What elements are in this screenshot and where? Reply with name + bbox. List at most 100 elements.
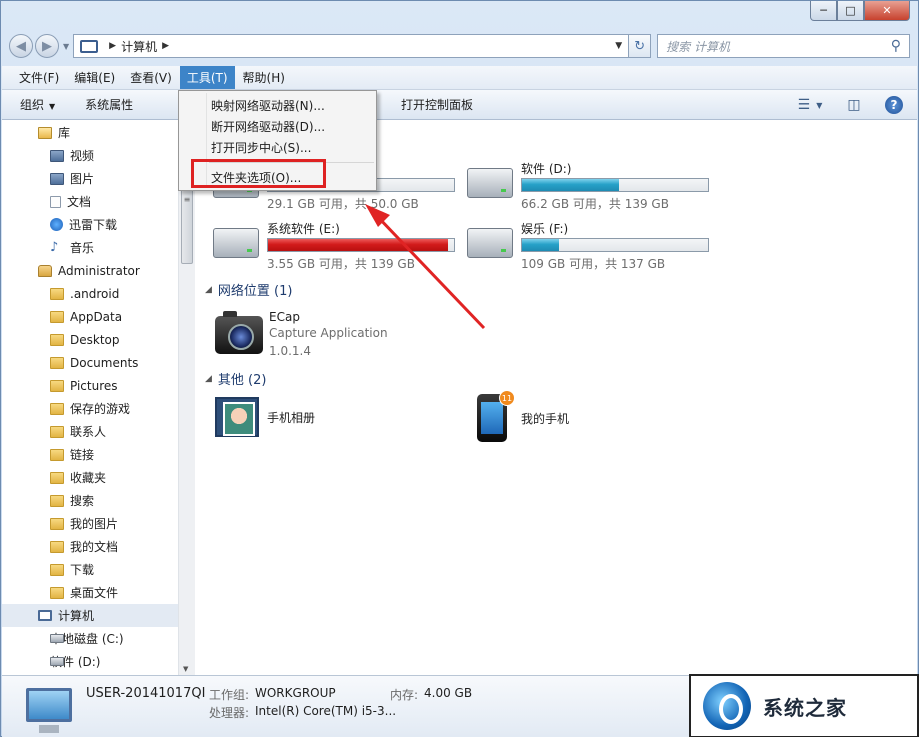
refresh-button[interactable]: ↻ [629, 34, 652, 58]
group-title: 其他 (2) [217, 373, 267, 388]
lib-icon [38, 126, 52, 139]
menu-edit[interactable]: 编辑(E) [67, 66, 122, 89]
drive-tile-e[interactable]: 系统软件 (E:) 3.55 GB 可用，共 139 GB [213, 220, 455, 272]
sidebar-item[interactable]: 库 [2, 121, 178, 144]
menu-view[interactable]: 查看(V) [123, 66, 179, 89]
back-button[interactable]: ◀ [9, 34, 33, 58]
site-logo-icon [703, 682, 751, 730]
sidebar-item[interactable]: 计算机 [2, 604, 178, 627]
collapse-triangle-icon[interactable]: ◢ [205, 285, 212, 295]
search-icon[interactable]: ⚲ [891, 38, 901, 54]
help-button[interactable]: ? [885, 96, 903, 114]
folder-icon [50, 425, 64, 438]
sidebar-item[interactable]: 联系人 [2, 420, 178, 443]
address-dropdown-icon[interactable]: ▼ [615, 41, 628, 51]
sidebar-item[interactable]: 视频 [2, 144, 178, 167]
navigation-scrollbar[interactable]: ▲ ≡ ▼ [178, 120, 195, 675]
recent-pages-dropdown[interactable]: ▼ [63, 42, 69, 51]
command-bar: 组织 ▼ 系统属性 打开控制面板 ☰ ▼ ◫ ? [2, 90, 917, 120]
sidebar-item[interactable]: 本地磁盘 (C:) [2, 627, 178, 650]
drive-free-space: 3.55 GB 可用，共 139 GB [267, 257, 415, 271]
sidebar-item[interactable]: 我的文档 [2, 535, 178, 558]
processor-label: 处理器: [209, 706, 250, 720]
open-control-panel-button[interactable]: 打开控制面板 [401, 96, 473, 113]
forward-button[interactable]: ▶ [35, 34, 59, 58]
annotation-highlight-box [191, 159, 326, 188]
menu-tools[interactable]: 工具(T) [179, 66, 235, 89]
folder-icon [50, 310, 64, 323]
sidebar-item[interactable]: 文档 [2, 190, 178, 213]
phone-album-item[interactable]: 手机相册 [215, 397, 315, 437]
hard-drive-icon [467, 168, 513, 198]
breadcrumb-chevron-icon[interactable]: ▶ [109, 41, 116, 51]
sidebar-item[interactable]: 链接 [2, 443, 178, 466]
sidebar-item[interactable]: Documents [2, 351, 178, 374]
sidebar-item[interactable]: 图片 [2, 167, 178, 190]
drive-icon [50, 657, 64, 666]
sidebar-item[interactable]: 下载 [2, 558, 178, 581]
watermark-badge: 系统之家 [689, 674, 919, 737]
organize-button[interactable]: 组织 ▼ [20, 96, 55, 113]
folder-icon [50, 586, 64, 599]
folder-icon [50, 540, 64, 553]
group-header-other[interactable]: ◢ 其他 (2) [205, 369, 266, 388]
search-input[interactable]: 搜索 计算机 ⚲ [657, 34, 910, 58]
group-header-network[interactable]: ◢ 网络位置 (1) [205, 280, 292, 299]
doc-icon [50, 195, 61, 208]
sidebar-item[interactable]: 搜索 [2, 489, 178, 512]
breadcrumb-computer[interactable]: 计算机 [121, 38, 157, 55]
maximize-button[interactable]: □ [837, 1, 864, 21]
memory-label: 内存: [390, 688, 419, 702]
collapse-triangle-icon[interactable]: ◢ [205, 374, 212, 384]
sidebar-item[interactable]: ♪ 音乐 [2, 236, 178, 259]
my-phone-item[interactable]: 11 我的手机 [477, 390, 569, 442]
folder-icon [50, 287, 64, 300]
menu-item-map-drive[interactable]: 映射网络驱动器(N)... [179, 94, 376, 116]
breadcrumb-chevron-icon[interactable]: ▶ [162, 41, 169, 51]
drive-tile-d[interactable]: 软件 (D:) 66.2 GB 可用，共 139 GB [467, 160, 709, 212]
sidebar-item[interactable]: Pictures [2, 374, 178, 397]
media-icon [50, 149, 64, 162]
folder-icon [50, 563, 64, 576]
sidebar-item[interactable]: 保存的游戏 [2, 397, 178, 420]
sidebar-item-label: Administrator [58, 263, 140, 278]
menu-item-sync-center[interactable]: 打开同步中心(S)... [179, 136, 376, 158]
sidebar-item[interactable]: .android [2, 282, 178, 305]
ecap-item[interactable]: ECap Capture Application 1.0.1.4 [215, 310, 388, 360]
sidebar-item-label: 我的文档 [70, 540, 119, 554]
sidebar-item-label: 迅雷下载 [69, 218, 118, 232]
sidebar-item-label: 收藏夹 [70, 471, 107, 485]
change-view-button[interactable]: ☰ ▼ [795, 94, 825, 116]
menu-file[interactable]: 文件(F) [12, 66, 66, 89]
drive-tile-f[interactable]: 娱乐 (F:) 109 GB 可用，共 137 GB [467, 220, 709, 272]
folder-icon [50, 379, 64, 392]
system-properties-button[interactable]: 系统属性 [85, 96, 133, 113]
sidebar-item[interactable]: 软件 (D:) [2, 650, 178, 673]
sidebar-item[interactable]: 我的图片 [2, 512, 178, 535]
menu-item-disconnect-drive[interactable]: 断开网络驱动器(D)... [179, 115, 376, 137]
menu-help[interactable]: 帮助(H) [236, 66, 292, 89]
sidebar-item[interactable]: 桌面文件 [2, 581, 178, 604]
sidebar-item[interactable]: Desktop [2, 328, 178, 351]
memory-value: 4.00 GB [424, 686, 473, 700]
sidebar-item[interactable]: AppData [2, 305, 178, 328]
hard-drive-icon [213, 228, 259, 258]
folder-icon [50, 402, 64, 415]
refresh-icon: ↻ [634, 38, 646, 54]
address-row: ◀ ▶ ▼ ▶ 计算机 ▶ ▼ ↻ 搜索 计算机 ⚲ [9, 33, 910, 59]
close-button[interactable]: ✕ [864, 1, 910, 21]
drive-free-space: 66.2 GB 可用，共 139 GB [521, 197, 669, 211]
preview-pane-button[interactable]: ◫ [839, 94, 869, 116]
minimize-button[interactable]: ─ [810, 1, 837, 21]
address-bar[interactable]: ▶ 计算机 ▶ ▼ [73, 34, 630, 58]
drive-free-space: 109 GB 可用，共 137 GB [521, 257, 666, 271]
sidebar-item[interactable]: Administrator [2, 259, 178, 282]
chevron-down-icon: ▼ [816, 100, 823, 110]
scroll-down-icon[interactable]: ▼ [183, 665, 188, 673]
command-bar-right: ☰ ▼ ◫ ? [781, 94, 903, 116]
sidebar-item[interactable]: 收藏夹 [2, 466, 178, 489]
search-placeholder: 搜索 计算机 [666, 39, 730, 54]
sidebar-item[interactable]: 迅雷下载 [2, 213, 178, 236]
drive-usage-bar [267, 238, 455, 252]
folder-icon [50, 517, 64, 530]
